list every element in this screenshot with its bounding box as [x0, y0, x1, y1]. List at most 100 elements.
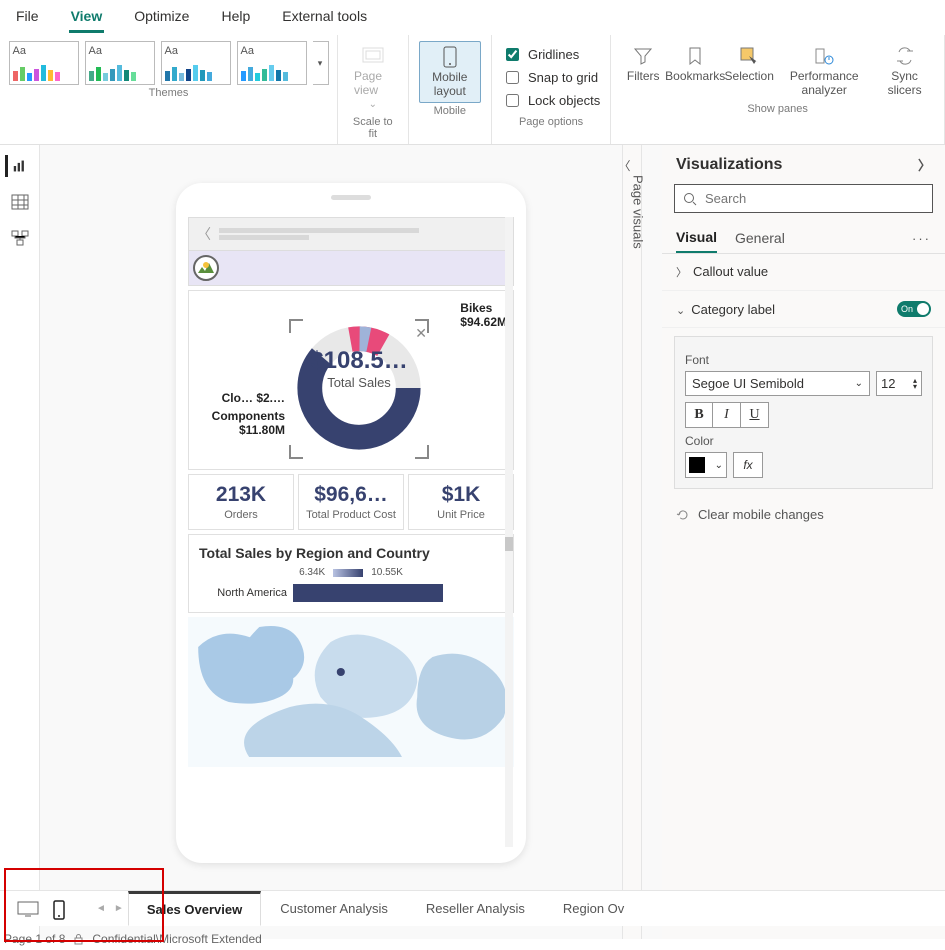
spinner-icon: ▴▾ [913, 378, 917, 390]
chart-title: Total Sales by Region and Country [197, 539, 505, 567]
themes-group-label: Themes [149, 85, 189, 101]
color-picker[interactable]: ⌄ [685, 452, 727, 478]
menu-bar: File View Optimize Help External tools [0, 0, 945, 35]
funnel-icon [632, 45, 654, 67]
map-visual[interactable] [188, 617, 514, 767]
kpi-row: 213KOrders $96,6…Total Product Cost $1KU… [188, 474, 514, 530]
back-icon[interactable]: 〈 [197, 224, 211, 244]
reset-icon [676, 508, 690, 522]
menu-view[interactable]: View [69, 6, 105, 33]
chevron-right-icon: 〉 [676, 267, 687, 279]
mobile-layout-icon[interactable] [52, 900, 76, 918]
gridlines-checkbox[interactable]: Gridlines [502, 45, 600, 64]
fx-button[interactable]: fx [733, 452, 763, 478]
page-indicator: Page 1 of 8 [4, 932, 65, 946]
mobile-group-label: Mobile [434, 103, 466, 119]
page-tabs-bar: ◄ ► Sales Overview Customer Analysis Res… [0, 890, 945, 926]
page-tab-reseller-analysis[interactable]: Reseller Analysis [407, 892, 544, 925]
font-family-select[interactable]: Segoe UI Semibold⌄ [685, 371, 870, 396]
workspace: 〈 ✕ $108.5… [0, 145, 945, 939]
theme-swatch-1[interactable]: Aa [9, 41, 79, 85]
tab-general[interactable]: General [735, 224, 785, 252]
performance-analyzer-button[interactable]: Performance analyzer [775, 41, 873, 101]
lock-icon [73, 933, 84, 945]
category-label-properties: Font Segoe UI Semibold⌄ 12▴▾ B I U Color… [674, 336, 933, 489]
theme-swatch-2[interactable]: Aa [85, 41, 155, 85]
menu-external-tools[interactable]: External tools [280, 6, 369, 33]
menu-file[interactable]: File [14, 6, 41, 33]
chevron-right-icon[interactable]: 〉 [918, 155, 931, 174]
phone-scrollbar[interactable] [505, 217, 513, 847]
showpanes-group-label: Show panes [747, 101, 808, 117]
page-view-button[interactable]: Page view ⌄ [348, 41, 398, 114]
callout-value-accordion[interactable]: 〉Callout value [662, 254, 945, 291]
page-visuals-pane-collapsed[interactable]: 〈 Page visuals [622, 145, 642, 939]
page-tab-customer-analysis[interactable]: Customer Analysis [261, 892, 407, 925]
font-label: Font [685, 353, 922, 367]
close-icon[interactable]: ✕ [415, 325, 427, 342]
tab-nav-prev[interactable]: ◄ [92, 903, 110, 914]
more-options[interactable]: ··· [912, 231, 931, 246]
sync-slicers-button[interactable]: Sync slicers [875, 41, 934, 101]
chevron-down-icon: ⌄ [855, 378, 863, 389]
page-tab-region-overview[interactable]: Region Ov [544, 892, 643, 925]
canvas: 〈 ✕ $108.5… [40, 145, 662, 939]
tab-nav-next[interactable]: ► [110, 903, 128, 914]
bookmarks-pane-button[interactable]: Bookmarks [667, 41, 723, 101]
selection-icon [738, 45, 760, 67]
underline-button[interactable]: U [741, 402, 769, 428]
kpi-total-product-cost[interactable]: $96,6…Total Product Cost [298, 474, 404, 530]
chevron-left-icon: 〈 [619, 157, 631, 174]
bar-chart-visual[interactable]: Total Sales by Region and Country 6.34K1… [188, 534, 514, 613]
status-bar: Page 1 of 8 Confidential\Microsoft Exten… [4, 932, 262, 946]
ribbon: Aa Aa Aa Aa ▾ Themes Page view ⌄ Scale t… [0, 35, 945, 145]
format-search[interactable] [674, 184, 933, 213]
bold-button[interactable]: B [685, 402, 713, 428]
menu-optimize[interactable]: Optimize [132, 6, 191, 33]
category-label-toggle[interactable]: On [897, 301, 931, 317]
italic-button[interactable]: I [713, 402, 741, 428]
donut-center-label: Total Sales [301, 375, 417, 390]
selection-pane-button[interactable]: Selection [725, 41, 773, 101]
phone-notch [331, 195, 371, 200]
kpi-unit-price[interactable]: $1KUnit Price [408, 474, 514, 530]
filters-pane-button[interactable]: Filters [621, 41, 665, 101]
model-view-icon[interactable] [9, 227, 31, 249]
mobile-icon [439, 46, 461, 68]
report-header: 〈 [188, 217, 514, 251]
chevron-down-icon: ⌄ [676, 305, 685, 317]
scale-group-label: Scale to fit [348, 114, 398, 142]
visualizations-header: Visualizations [676, 156, 782, 174]
bookmark-icon [684, 45, 706, 67]
theme-swatch-3[interactable]: Aa [161, 41, 231, 85]
report-view-icon[interactable] [5, 155, 27, 177]
kpi-orders[interactable]: 213KOrders [188, 474, 294, 530]
chevron-down-icon: ⌄ [715, 460, 723, 471]
category-label-accordion[interactable]: ⌄Category label On [662, 291, 945, 328]
data-view-icon[interactable] [9, 191, 31, 213]
color-label: Color [685, 434, 922, 448]
donut-center-value: $108.5… [301, 347, 417, 375]
clear-mobile-changes[interactable]: Clear mobile changes [662, 497, 945, 532]
chart-legend: 6.34K10.55K [197, 567, 505, 578]
theme-swatch-4[interactable]: Aa [237, 41, 307, 85]
font-size-input[interactable]: 12▴▾ [876, 371, 922, 396]
search-icon [683, 192, 697, 206]
search-input[interactable] [703, 190, 924, 207]
lock-objects-checkbox[interactable]: Lock objects [502, 91, 600, 110]
theme-gallery-dropdown[interactable]: ▾ [313, 41, 329, 85]
page-tab-sales-overview[interactable]: Sales Overview [128, 891, 261, 926]
menu-help[interactable]: Help [219, 6, 252, 33]
visualizations-pane: Visualizations 〉 Visual General ··· 〉Cal… [662, 145, 945, 939]
snap-to-grid-checkbox[interactable]: Snap to grid [502, 68, 600, 87]
donut-visual[interactable]: ✕ $108.5… Total Sales Bikes$94.62M Clo… … [188, 290, 514, 470]
tab-visual[interactable]: Visual [676, 223, 717, 253]
mobile-phone-frame: 〈 ✕ $108.5… [176, 183, 526, 863]
mobile-layout-button[interactable]: Mobile layout [419, 41, 481, 103]
page-view-icon [362, 45, 384, 67]
desktop-layout-icon[interactable] [16, 900, 40, 918]
sync-icon [894, 45, 916, 67]
logo-icon [193, 255, 219, 281]
stopwatch-icon [813, 45, 835, 67]
pageopts-group-label: Page options [519, 114, 583, 130]
